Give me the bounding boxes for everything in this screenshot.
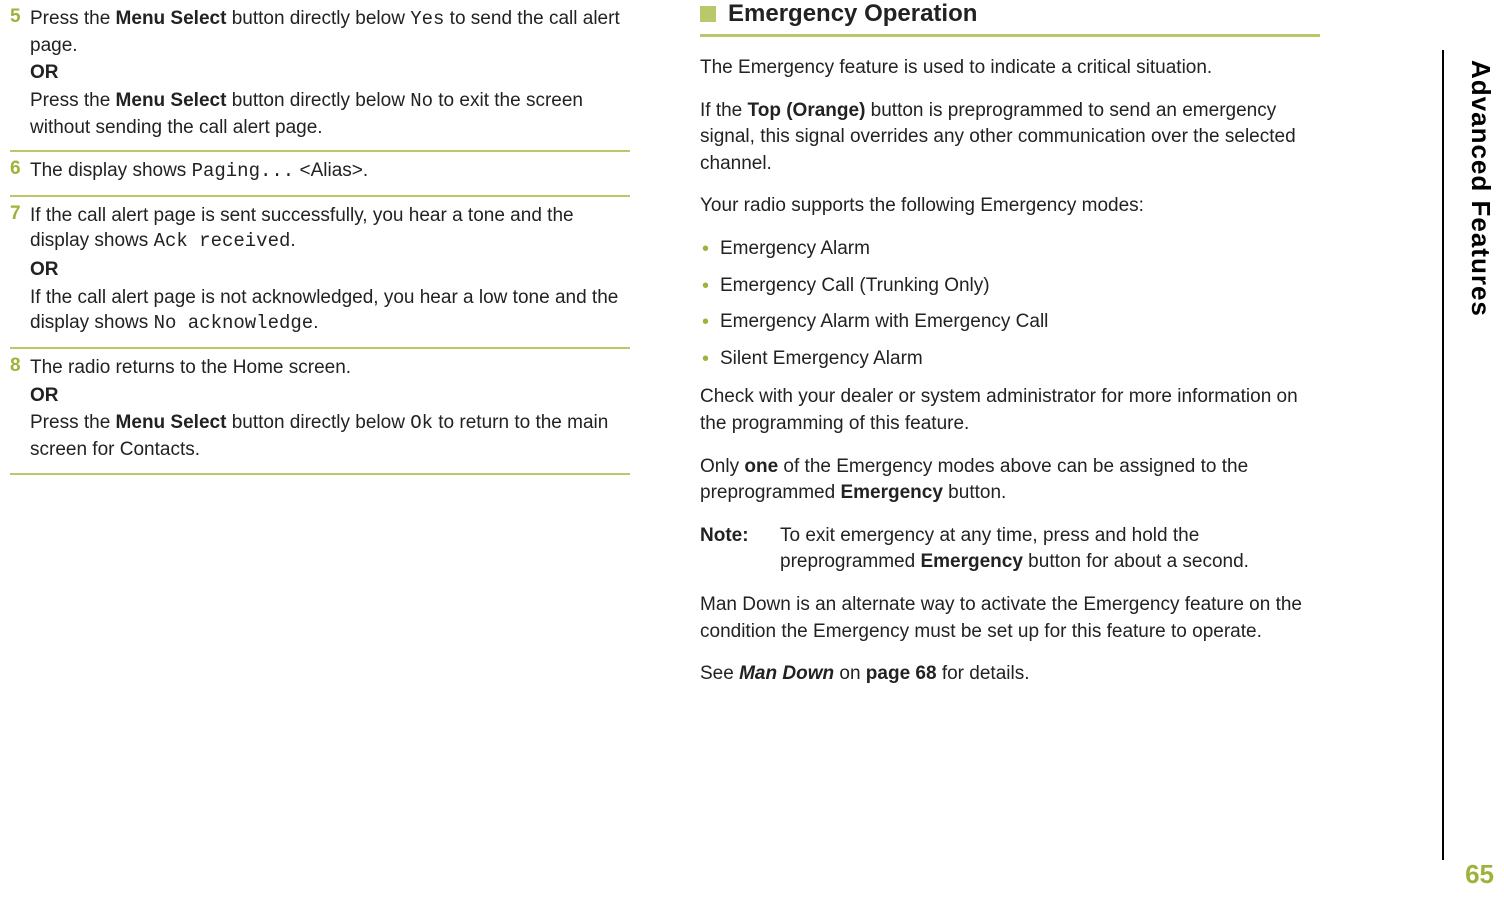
- list-item: Silent Emergency Alarm: [700, 346, 1320, 373]
- page-number: 65: [1465, 859, 1494, 890]
- text: Press the: [30, 412, 116, 433]
- text: button.: [943, 482, 1006, 503]
- text-mono: Ok: [410, 412, 433, 434]
- text-bold-italic: Man Down: [739, 663, 834, 684]
- step-body: The display shows Paging... <Alias>.: [30, 158, 368, 187]
- text: Only: [700, 456, 744, 477]
- text: button for about a second.: [1023, 551, 1249, 572]
- list-item: Emergency Call (Trunking Only): [700, 273, 1320, 300]
- or-label: OR: [30, 60, 630, 86]
- bullet-list: Emergency Alarm Emergency Call (Trunking…: [700, 236, 1320, 372]
- text: If the: [700, 100, 748, 121]
- paragraph: Check with your dealer or system adminis…: [700, 384, 1320, 437]
- step-8: 8 The radio returns to the Home screen. …: [10, 349, 630, 475]
- right-column: Emergency Operation The Emergency featur…: [700, 0, 1350, 900]
- text-bold: page 68: [866, 663, 937, 684]
- step-6: 6 The display shows Paging... <Alias>.: [10, 152, 630, 197]
- heading-bullet-icon: [700, 6, 716, 22]
- list-item: Emergency Alarm: [700, 236, 1320, 263]
- text: <Alias>.: [294, 160, 368, 181]
- text: Press the: [30, 8, 116, 29]
- paragraph: Only one of the Emergency modes above ca…: [700, 454, 1320, 507]
- step-number: 8: [10, 355, 30, 465]
- right-border: [1442, 50, 1444, 860]
- text: The radio returns to the Home screen.: [30, 357, 351, 378]
- paragraph: If the Top (Orange) button is preprogram…: [700, 98, 1320, 178]
- text: .: [313, 312, 318, 333]
- list-item: Emergency Alarm with Emergency Call: [700, 309, 1320, 336]
- step-number: 7: [10, 203, 30, 339]
- text: .: [290, 230, 295, 251]
- text-bold: Emergency: [840, 482, 942, 503]
- step-number: 6: [10, 158, 30, 187]
- paragraph: See Man Down on page 68 for details.: [700, 661, 1320, 688]
- text: If the call alert page is not acknowledg…: [30, 287, 618, 334]
- or-label: OR: [30, 257, 630, 283]
- text-mono: Ack received: [154, 230, 291, 252]
- left-column: 5 Press the Menu Select button directly …: [10, 0, 660, 900]
- text: for details.: [937, 663, 1030, 684]
- text-bold: one: [744, 456, 778, 477]
- section-heading: Emergency Operation: [700, 0, 1320, 37]
- text: The display shows: [30, 160, 192, 181]
- text: If the call alert page is sent successfu…: [30, 205, 574, 252]
- text-bold: Emergency: [920, 551, 1022, 572]
- step-number: 5: [10, 6, 30, 142]
- text-mono: No: [410, 90, 433, 112]
- note-body: To exit emergency at any time, press and…: [780, 523, 1320, 576]
- text: See: [700, 663, 739, 684]
- text: button directly below: [226, 90, 410, 111]
- paragraph: Your radio supports the following Emerge…: [700, 193, 1320, 220]
- text-bold: Menu Select: [116, 8, 227, 29]
- text-bold: Menu Select: [116, 90, 227, 111]
- paragraph: The Emergency feature is used to indicat…: [700, 55, 1320, 82]
- text-mono: Yes: [410, 8, 444, 30]
- paragraph: Man Down is an alternate way to activate…: [700, 592, 1320, 645]
- step-body: The radio returns to the Home screen. OR…: [30, 355, 630, 465]
- text-bold: Menu Select: [116, 412, 227, 433]
- text-bold: Top (Orange): [748, 100, 866, 121]
- step-body: Press the Menu Select button directly be…: [30, 6, 630, 142]
- text: Press the: [30, 90, 116, 111]
- text-mono: No acknowledge: [154, 312, 314, 334]
- page: 5 Press the Menu Select button directly …: [0, 0, 1504, 900]
- note-label: Note:: [700, 523, 780, 576]
- heading-text: Emergency Operation: [728, 0, 977, 28]
- step-7: 7 If the call alert page is sent success…: [10, 197, 630, 349]
- side-tab-label: Advanced Features: [1465, 60, 1496, 317]
- text: button directly below: [226, 8, 410, 29]
- text: on: [834, 663, 866, 684]
- step-5: 5 Press the Menu Select button directly …: [10, 0, 630, 152]
- or-label: OR: [30, 383, 630, 409]
- text-mono: Paging...: [192, 160, 295, 182]
- text: button directly below: [226, 412, 410, 433]
- note-block: Note: To exit emergency at any time, pre…: [700, 523, 1320, 576]
- step-body: If the call alert page is sent successfu…: [30, 203, 630, 339]
